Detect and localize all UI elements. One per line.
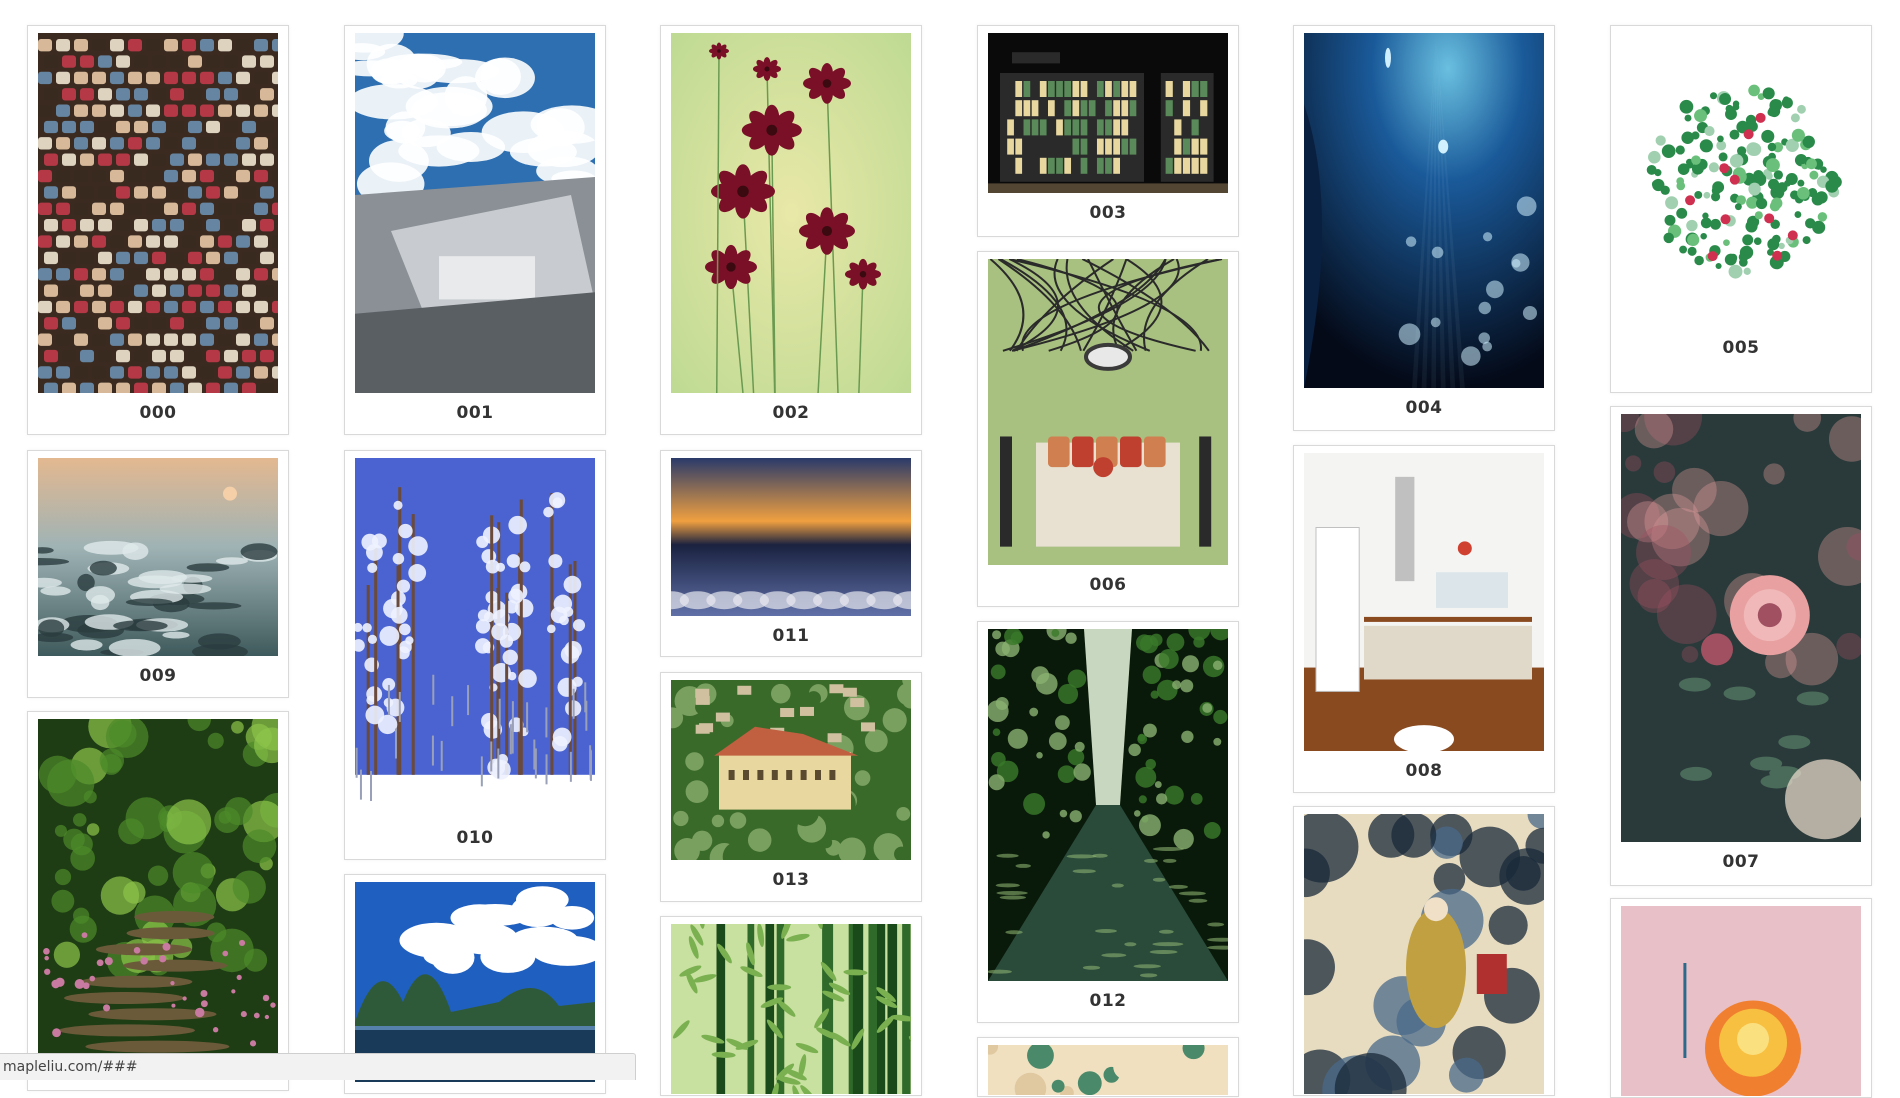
- gallery-card[interactable]: [1293, 806, 1555, 1096]
- gallery-card[interactable]: 007: [1610, 406, 1872, 886]
- gallery-card[interactable]: [27, 711, 289, 1091]
- gallery-card[interactable]: 002: [660, 25, 922, 435]
- thumbnail-image: [1304, 814, 1544, 1094]
- gallery-thumbnail[interactable]: [671, 458, 911, 616]
- thumbnail-image: [988, 33, 1228, 193]
- gallery-thumbnail[interactable]: [38, 458, 278, 656]
- gallery-caption: 006: [1089, 575, 1127, 595]
- gallery-caption: 009: [139, 666, 177, 686]
- gallery-card[interactable]: 013: [660, 672, 922, 902]
- gallery-card[interactable]: 008: [1293, 445, 1555, 793]
- gallery-card[interactable]: 011: [660, 450, 922, 657]
- thumbnail-image: [355, 882, 595, 1082]
- gallery-thumbnail[interactable]: [988, 1045, 1228, 1095]
- thumbnail-image: [355, 33, 595, 393]
- gallery-card[interactable]: [660, 916, 922, 1096]
- thumbnail-image: [988, 629, 1228, 981]
- thumbnail-image: [1304, 33, 1544, 388]
- thumbnail-image: [988, 259, 1228, 565]
- gallery-thumbnail[interactable]: [38, 719, 278, 1079]
- gallery-caption: 007: [1722, 852, 1760, 872]
- gallery-card[interactable]: 001: [344, 25, 606, 435]
- gallery-thumbnail[interactable]: [1304, 814, 1544, 1094]
- gallery-thumbnail[interactable]: [38, 33, 278, 393]
- gallery-thumbnail[interactable]: [355, 458, 595, 818]
- gallery-card[interactable]: 004: [1293, 25, 1555, 431]
- gallery-caption: 004: [1405, 398, 1443, 418]
- gallery-caption: 008: [1405, 761, 1443, 781]
- status-bar-url: mapleliu.com/###: [3, 1059, 138, 1075]
- gallery-thumbnail[interactable]: [1621, 906, 1861, 1096]
- gallery-thumbnail[interactable]: [988, 259, 1228, 565]
- gallery-caption: 003: [1089, 203, 1127, 223]
- thumbnail-image: [671, 680, 911, 860]
- gallery-thumbnail[interactable]: [671, 33, 911, 393]
- gallery-card[interactable]: 005: [1610, 25, 1872, 393]
- gallery-thumbnail[interactable]: [671, 680, 911, 860]
- gallery-thumbnail[interactable]: [988, 33, 1228, 193]
- gallery-caption: 012: [1089, 991, 1127, 1011]
- thumbnail-image: [988, 1045, 1228, 1095]
- thumbnail-image: [1621, 906, 1861, 1096]
- gallery-caption: 013: [772, 870, 810, 890]
- gallery-caption: 001: [456, 403, 494, 423]
- gallery-caption: 010: [456, 828, 494, 848]
- thumbnail-image: [1621, 414, 1861, 842]
- gallery-card[interactable]: 010: [344, 450, 606, 860]
- gallery-card[interactable]: 000: [27, 25, 289, 435]
- gallery-thumbnail[interactable]: [1304, 453, 1544, 751]
- status-bar: mapleliu.com/###: [0, 1053, 636, 1080]
- gallery-card[interactable]: 012: [977, 621, 1239, 1023]
- gallery-card[interactable]: 006: [977, 251, 1239, 607]
- thumbnail-image: [671, 33, 911, 393]
- gallery-card[interactable]: 003: [977, 25, 1239, 237]
- gallery-caption: 000: [139, 403, 177, 423]
- thumbnail-image: [671, 458, 911, 616]
- thumbnail-image: [38, 719, 278, 1079]
- gallery-card[interactable]: [1610, 898, 1872, 1098]
- gallery-card[interactable]: [977, 1037, 1239, 1097]
- gallery-thumbnail[interactable]: [1621, 33, 1861, 328]
- thumbnail-image: [38, 33, 278, 393]
- gallery-thumbnail[interactable]: [671, 924, 911, 1094]
- gallery-thumbnail[interactable]: [1304, 33, 1544, 388]
- gallery-thumbnail[interactable]: [355, 882, 595, 1082]
- thumbnail-image: [355, 458, 595, 818]
- gallery-card[interactable]: 009: [27, 450, 289, 698]
- gallery-thumbnail[interactable]: [355, 33, 595, 393]
- thumbnail-image: [1621, 33, 1861, 328]
- thumbnail-image: [671, 924, 911, 1094]
- thumbnail-image: [38, 458, 278, 656]
- gallery-caption: 011: [772, 626, 810, 646]
- thumbnail-image: [1304, 453, 1544, 751]
- gallery-thumbnail[interactable]: [988, 629, 1228, 981]
- gallery-caption: 002: [772, 403, 810, 423]
- gallery-thumbnail[interactable]: [1621, 414, 1861, 842]
- photo-gallery: 000 009 001 010 002 011 013 003 006 012 004 008 005 0…: [0, 0, 1900, 1098]
- gallery-caption: 005: [1722, 338, 1760, 358]
